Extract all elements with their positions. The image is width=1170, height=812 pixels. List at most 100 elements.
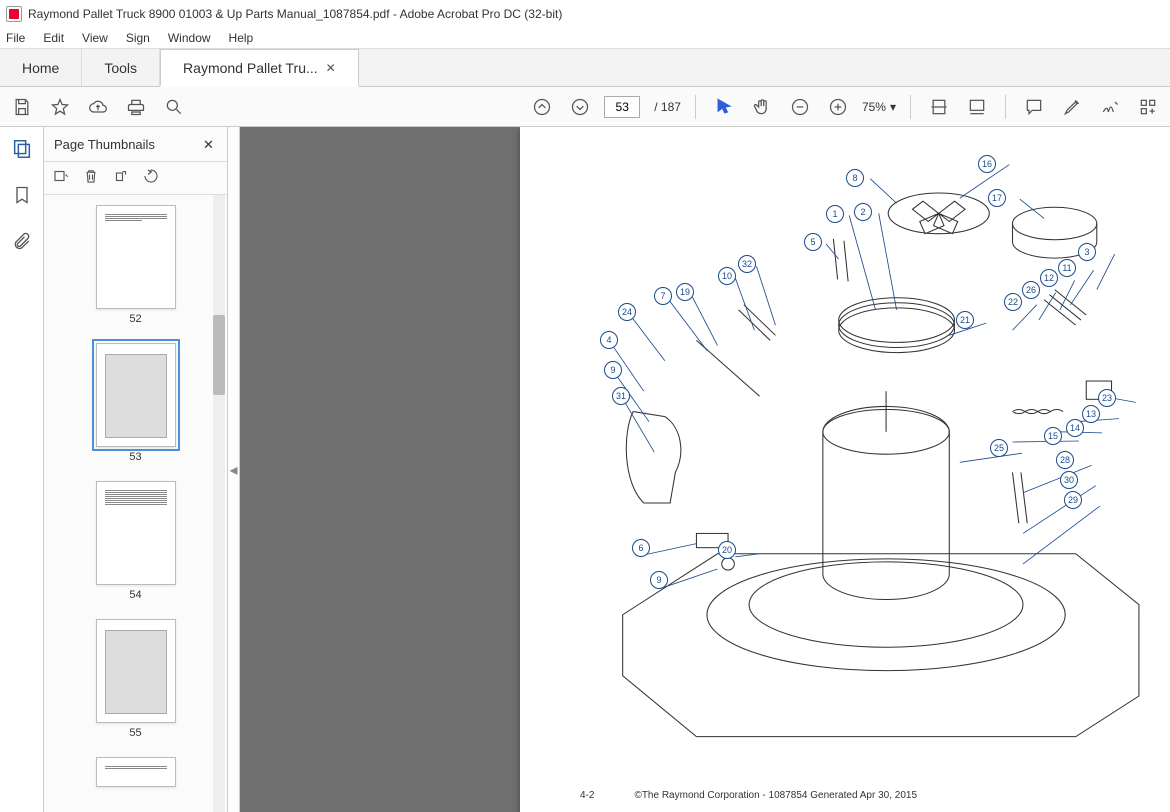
page-count: / 187 (654, 100, 681, 114)
callout-bubble: 4 (600, 331, 618, 349)
callout-bubble: 21 (956, 311, 974, 329)
callout-bubble: 2 (854, 203, 872, 221)
close-icon[interactable]: ✕ (326, 61, 336, 75)
divider (695, 95, 696, 119)
parts-diagram: 1681712533210111271926222421493123131415… (570, 127, 1160, 757)
callout-bubble: 26 (1022, 281, 1040, 299)
callout-bubble: 7 (654, 287, 672, 305)
save-icon[interactable] (8, 93, 36, 121)
pdf-page: 1681712533210111271926222421493123131415… (520, 127, 1170, 812)
menu-edit[interactable]: Edit (43, 31, 64, 45)
thumbnail-item[interactable]: 54 (96, 481, 176, 601)
more-tools-icon[interactable] (1134, 93, 1162, 121)
thumb-number: 55 (129, 727, 141, 739)
comment-icon[interactable] (1020, 93, 1048, 121)
highlight-icon[interactable] (1058, 93, 1086, 121)
fit-width-icon[interactable] (925, 93, 953, 121)
scrollbar-track[interactable] (213, 195, 225, 812)
chevron-down-icon: ▾ (890, 100, 896, 114)
callout-bubble: 24 (618, 303, 636, 321)
callout-bubble: 31 (612, 387, 630, 405)
callout-bubble: 9 (604, 361, 622, 379)
tab-home[interactable]: Home (0, 49, 82, 86)
panel-header: Page Thumbnails ✕ (44, 127, 227, 161)
delete-icon[interactable] (82, 167, 100, 190)
thumb-number: 53 (129, 451, 141, 463)
callout-bubble: 5 (804, 233, 822, 251)
page-down-icon[interactable] (566, 93, 594, 121)
page-footer-text: ©The Raymond Corporation - 1087854 Gener… (634, 790, 917, 801)
thumbnails-panel: Page Thumbnails ✕ 52 53 54 (44, 127, 228, 812)
rotate-icon[interactable] (112, 167, 130, 190)
toolbar: / 187 75%▾ (0, 87, 1170, 127)
star-icon[interactable] (46, 93, 74, 121)
main-area: Page Thumbnails ✕ 52 53 54 (0, 127, 1170, 812)
callout-bubble: 13 (1082, 405, 1100, 423)
callout-bubble: 22 (1004, 293, 1022, 311)
callout-bubble: 15 (1044, 427, 1062, 445)
tab-bar: Home Tools Raymond Pallet Tru... ✕ (0, 48, 1170, 87)
collapse-panel-handle[interactable]: ◂ (228, 127, 240, 812)
cloud-upload-icon[interactable] (84, 93, 112, 121)
callout-bubble: 6 (632, 539, 650, 557)
tab-document[interactable]: Raymond Pallet Tru... ✕ (160, 49, 359, 87)
thumbnail-item[interactable]: 52 (96, 205, 176, 325)
callout-bubble: 1 (826, 205, 844, 223)
selection-arrow-icon[interactable] (710, 93, 738, 121)
thumbnails-list: 52 53 54 55 (44, 195, 227, 812)
title-bar: Raymond Pallet Truck 8900 01003 & Up Par… (0, 0, 1170, 28)
divider (910, 95, 911, 119)
menu-view[interactable]: View (82, 31, 108, 45)
callout-bubble: 32 (738, 255, 756, 273)
thumbnails-panel-icon[interactable] (10, 137, 34, 161)
callout-bubble: 29 (1064, 491, 1082, 509)
tab-document-label: Raymond Pallet Tru... (183, 60, 318, 76)
callout-bubble: 10 (718, 267, 736, 285)
panel-toolbar (44, 161, 227, 195)
pdf-file-icon (6, 6, 22, 22)
search-icon[interactable] (160, 93, 188, 121)
close-panel-icon[interactable]: ✕ (203, 137, 217, 151)
undo-icon[interactable] (142, 167, 160, 190)
document-viewer[interactable]: 1681712533210111271926222421493123131415… (240, 127, 1170, 812)
menu-window[interactable]: Window (168, 31, 211, 45)
callout-bubble: 3 (1078, 243, 1096, 261)
callout-bubble: 16 (978, 155, 996, 173)
print-icon[interactable] (122, 93, 150, 121)
callout-bubble: 23 (1098, 389, 1116, 407)
viewer-gutter (240, 127, 520, 812)
callout-bubble: 20 (718, 541, 736, 559)
callout-bubble: 28 (1056, 451, 1074, 469)
attachments-panel-icon[interactable] (10, 229, 34, 253)
options-dropdown-icon[interactable] (52, 167, 70, 190)
zoom-dropdown[interactable]: 75%▾ (862, 100, 896, 114)
menu-sign[interactable]: Sign (126, 31, 150, 45)
thumbnail-item[interactable]: 53 (96, 343, 176, 463)
thumb-number: 54 (129, 589, 141, 601)
callout-bubble: 12 (1040, 269, 1058, 287)
thumbnail-item[interactable]: 55 (96, 619, 176, 739)
page-number-input[interactable] (604, 96, 640, 118)
callout-bubble: 19 (676, 283, 694, 301)
window-title: Raymond Pallet Truck 8900 01003 & Up Par… (28, 7, 562, 21)
panel-title: Page Thumbnails (54, 137, 155, 152)
thumbnail-item[interactable] (96, 757, 176, 787)
zoom-out-icon[interactable] (786, 93, 814, 121)
thumb-number: 52 (129, 313, 141, 325)
callout-bubble: 25 (990, 439, 1008, 457)
divider (1005, 95, 1006, 119)
menu-help[interactable]: Help (229, 31, 254, 45)
sign-icon[interactable] (1096, 93, 1124, 121)
page-up-icon[interactable] (528, 93, 556, 121)
scrollbar-thumb[interactable] (213, 315, 225, 395)
callout-bubble: 11 (1058, 259, 1076, 277)
tab-tools[interactable]: Tools (82, 49, 160, 86)
menu-file[interactable]: File (6, 31, 25, 45)
hand-pan-icon[interactable] (748, 93, 776, 121)
callout-bubble: 8 (846, 169, 864, 187)
zoom-in-icon[interactable] (824, 93, 852, 121)
page-display-icon[interactable] (963, 93, 991, 121)
callout-bubble: 17 (988, 189, 1006, 207)
page-footer: 4-2 ©The Raymond Corporation - 1087854 G… (580, 790, 1140, 801)
bookmark-panel-icon[interactable] (10, 183, 34, 207)
